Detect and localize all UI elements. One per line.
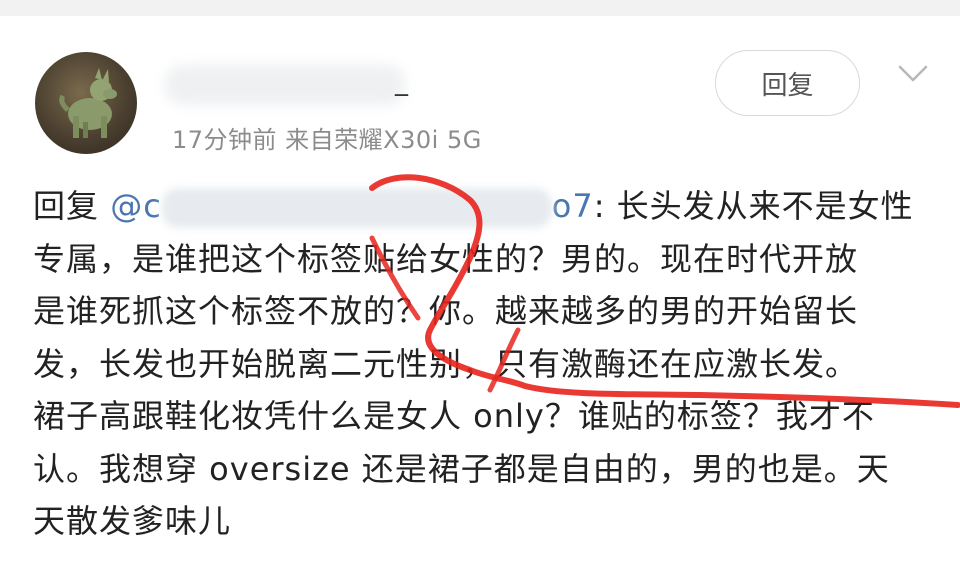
post-meta: 17分钟前 来自荣耀X30i 5G <box>172 126 482 154</box>
comment-line-4: 发，长发也开始脱离二元性别，只有激酶还在应激长发。 <box>33 344 859 383</box>
mention-redacted <box>161 188 552 228</box>
reply-button[interactable]: 回复 <box>715 50 860 116</box>
username-redacted <box>165 65 405 105</box>
avatar[interactable] <box>35 52 137 154</box>
comment-line-1: 回复 @c o7: 长头发从来不是女性 <box>33 180 933 233</box>
chevron-down-icon[interactable] <box>897 62 929 86</box>
reply-prefix: 回复 <box>33 187 111 225</box>
comment-text-line1: : 长头发从来不是女性 <box>593 187 914 225</box>
comment-line-2: 专属，是谁把这个标签贴给女性的？男的。现在时代开放 <box>33 239 859 278</box>
username-suffix: _ <box>395 67 408 97</box>
status-bar-strip <box>0 0 960 16</box>
comment-body: 回复 @c o7: 长头发从来不是女性 专属，是谁把这个标签贴给女性的？男的。现在… <box>33 180 933 548</box>
comment-line-5: 裙子高跟鞋化妆凭什么是女人 only？谁贴的标签？我才不 <box>33 397 875 435</box>
comment-line-7: 天散发爹味儿 <box>33 502 232 540</box>
dog-statue-icon <box>59 68 117 138</box>
comment-line-3: 是谁死抓这个标签不放的？你。越来越多的男的开始留长 <box>33 292 859 330</box>
comment-line-6: 认。我想穿 oversize 还是裙子都是自由的，男的也是。天 <box>33 449 890 488</box>
mention-link[interactable]: @c o7 <box>110 187 594 228</box>
